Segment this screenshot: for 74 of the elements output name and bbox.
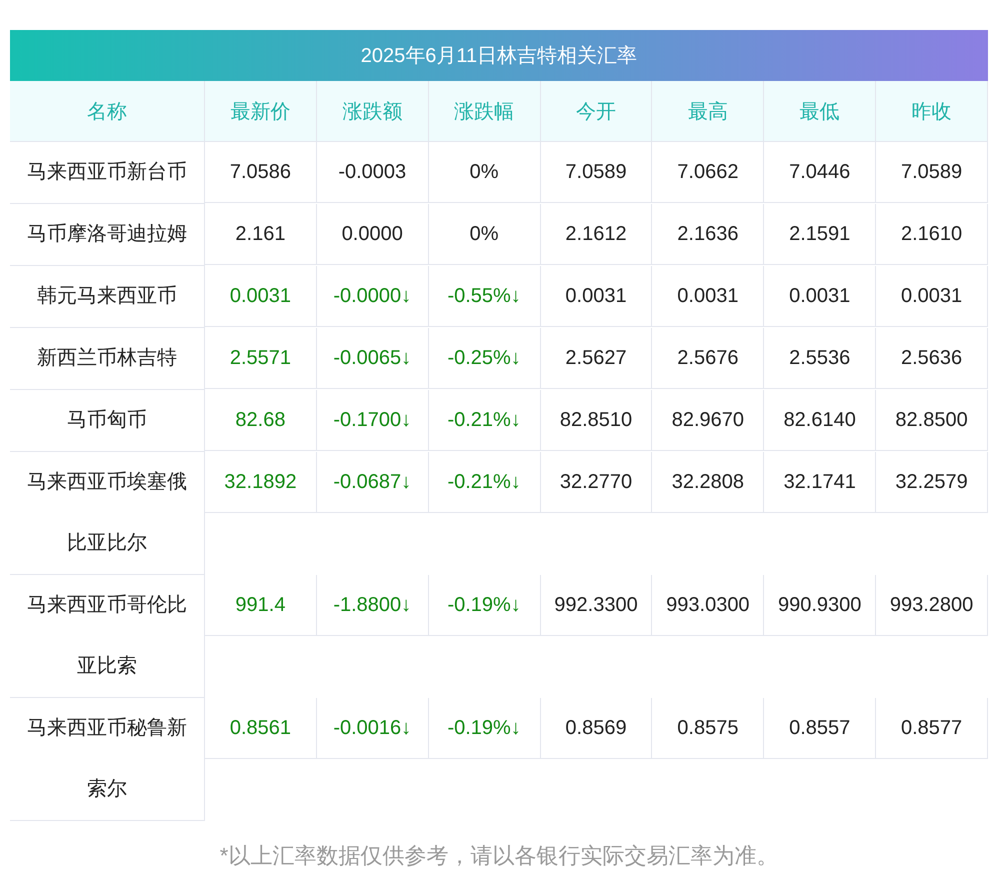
table-cell: 2.1591 <box>764 204 876 265</box>
table-cell: 0% <box>428 204 541 265</box>
currency-pair-cell: 马来西亚币哥伦比亚比索 <box>10 575 205 698</box>
table-cell: 0.0031 <box>540 266 652 327</box>
table-cell: -0.0065↓ <box>316 328 429 389</box>
currency-pair-cell: 马来西亚币秘鲁新索尔 <box>10 698 205 821</box>
table-cell: 82.8510 <box>540 390 652 451</box>
table-cell: 2.1612 <box>540 204 652 265</box>
currency-pair-cell: 马币摩洛哥迪拉姆 <box>10 204 205 266</box>
table-cell: -0.21%↓ <box>428 452 541 513</box>
table-cell: 7.0586 <box>205 142 317 203</box>
table-cell: 0.8577 <box>876 698 988 759</box>
table-cell: 2.5627 <box>540 328 652 389</box>
table-cell: 991.4 <box>205 575 317 636</box>
footnote: *以上汇率数据仅供参考，请以各银行实际交易汇率为准。 <box>218 842 780 870</box>
column-header: 昨收 <box>876 81 988 142</box>
table-cell: 0.0031 <box>876 266 988 327</box>
table-cell: 2.1636 <box>652 204 764 265</box>
table-cell: -0.21%↓ <box>428 390 541 451</box>
table-cell: 2.161 <box>205 204 317 265</box>
table-cell: -0.19%↓ <box>428 698 541 759</box>
column-header: 最高 <box>652 81 764 142</box>
table-cell: 7.0662 <box>652 142 764 203</box>
table-cell: -0.0003 <box>316 142 429 203</box>
table-cell: 0.8561 <box>205 698 317 759</box>
column-header: 最低 <box>764 81 876 142</box>
table-cell: 2.5636 <box>876 328 988 389</box>
table-cell: 0.8557 <box>764 698 876 759</box>
table-cell: -0.19%↓ <box>428 575 541 636</box>
currency-pair-cell: 新西兰币林吉特 <box>10 328 205 390</box>
table-cell: 82.68 <box>205 390 317 451</box>
table-cell: 32.2579 <box>876 452 988 513</box>
column-header: 名称 <box>10 81 205 142</box>
table-cell: -1.8800↓ <box>316 575 429 636</box>
table-cell: 992.3300 <box>540 575 652 636</box>
table-cell: 2.1610 <box>876 204 988 265</box>
table-cell: 32.1892 <box>205 452 317 513</box>
table-cell: 82.8500 <box>876 390 988 451</box>
table-cell: 993.2800 <box>876 575 988 636</box>
column-header: 涨跌额 <box>316 81 429 142</box>
table-cell: 2.5571 <box>205 328 317 389</box>
column-header: 今开 <box>540 81 652 142</box>
table-cell: -0.1700↓ <box>316 390 429 451</box>
table-cell: -0.25%↓ <box>428 328 541 389</box>
currency-pair-cell: 马来西亚币新台币 <box>10 142 205 204</box>
table-cell: 32.1741 <box>764 452 876 513</box>
table-cell: -0.55%↓ <box>428 266 541 327</box>
table-cell: 7.0446 <box>764 142 876 203</box>
table-cell: 7.0589 <box>876 142 988 203</box>
table-cell: 0.0031 <box>764 266 876 327</box>
currency-pair-cell: 韩元马来西亚币 <box>10 266 205 328</box>
table-cell: 32.2770 <box>540 452 652 513</box>
table-cell: 0% <box>428 142 541 203</box>
table-cell: -0.0000↓ <box>316 266 429 327</box>
column-header: 涨跌幅 <box>428 81 541 142</box>
table-cell: 82.9670 <box>652 390 764 451</box>
table-cell: 0.0031 <box>652 266 764 327</box>
table-cell: 0.8569 <box>540 698 652 759</box>
table-cell: -0.0687↓ <box>316 452 429 513</box>
table-cell: 2.5676 <box>652 328 764 389</box>
column-header: 最新价 <box>205 81 317 142</box>
table-title: 2025年6月11日林吉特相关汇率 <box>10 30 988 81</box>
table-cell: 990.9300 <box>764 575 876 636</box>
table-cell: 2.5536 <box>764 328 876 389</box>
table-cell: 7.0589 <box>540 142 652 203</box>
currency-pair-cell: 马币匈币 <box>10 390 205 452</box>
table-cell: -0.0016↓ <box>316 698 429 759</box>
table-cell: 0.0000 <box>316 204 429 265</box>
table-cell: 82.6140 <box>764 390 876 451</box>
currency-pair-cell: 马来西亚币埃塞俄比亚比尔 <box>10 452 205 575</box>
table-cell: 993.0300 <box>652 575 764 636</box>
table-cell: 32.2808 <box>652 452 764 513</box>
table-cell: 0.0031 <box>205 266 317 327</box>
table-cell: 0.8575 <box>652 698 764 759</box>
